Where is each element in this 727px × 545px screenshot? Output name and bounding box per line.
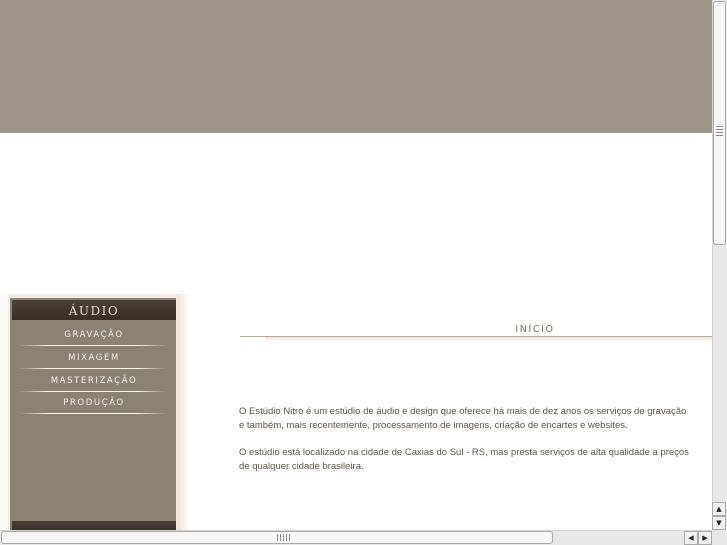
scroll-up-button[interactable]: ▲ [712, 502, 726, 516]
intro-line-1: O Estúdio Nitro é um estúdio de áudio e … [239, 406, 687, 417]
menu-divider [18, 413, 168, 414]
menu-item-mixagem[interactable]: MIXAGEM [12, 350, 176, 366]
menu-divider [18, 345, 168, 346]
scrollbar-corner [712, 530, 727, 545]
top-banner [0, 0, 712, 133]
location-line-1: O estúdio está localizado na cidade de C… [239, 447, 689, 458]
scroll-left-button[interactable]: ◀ [684, 531, 698, 545]
arrow-up-icon: ▲ [716, 505, 722, 513]
arrow-down-icon: ▼ [716, 519, 722, 527]
intro-paragraph: O Estúdio Nitro é um estúdio de áudio e … [239, 405, 715, 433]
arrow-left-icon: ◀ [688, 534, 694, 542]
menu-header-audio[interactable]: ÁUDIO [12, 300, 176, 320]
vertical-scroll-thumb[interactable] [713, 1, 726, 245]
scroll-down-button[interactable]: ▼ [712, 516, 726, 530]
menu-frame-left-strip [0, 294, 8, 530]
menu-divider [18, 368, 168, 369]
menu-item-gravacao[interactable]: GRAVAÇÃO [12, 327, 176, 343]
menu-item-masterizacao[interactable]: MASTERIZAÇÃO [12, 373, 176, 389]
arrow-right-icon: ▶ [702, 534, 708, 542]
menu-frame-right-gradient [177, 294, 190, 530]
location-paragraph: O estúdio está localizado na cidade de C… [239, 446, 715, 474]
menu-footer-bar [12, 521, 176, 530]
menu-item-producao[interactable]: PRODUÇÃO [12, 395, 176, 411]
scroll-right-button[interactable]: ▶ [698, 531, 712, 545]
location-line-2: de qualquer cidade brasileira. [239, 461, 364, 472]
vertical-grip-icon [716, 126, 723, 136]
horizontal-grip-icon [277, 534, 291, 541]
page-title: INÍCIO [515, 324, 555, 335]
menu-divider [18, 391, 168, 392]
intro-line-2: e também, mais recentemente, processamen… [239, 420, 628, 431]
title-rule-shadow [265, 337, 713, 342]
